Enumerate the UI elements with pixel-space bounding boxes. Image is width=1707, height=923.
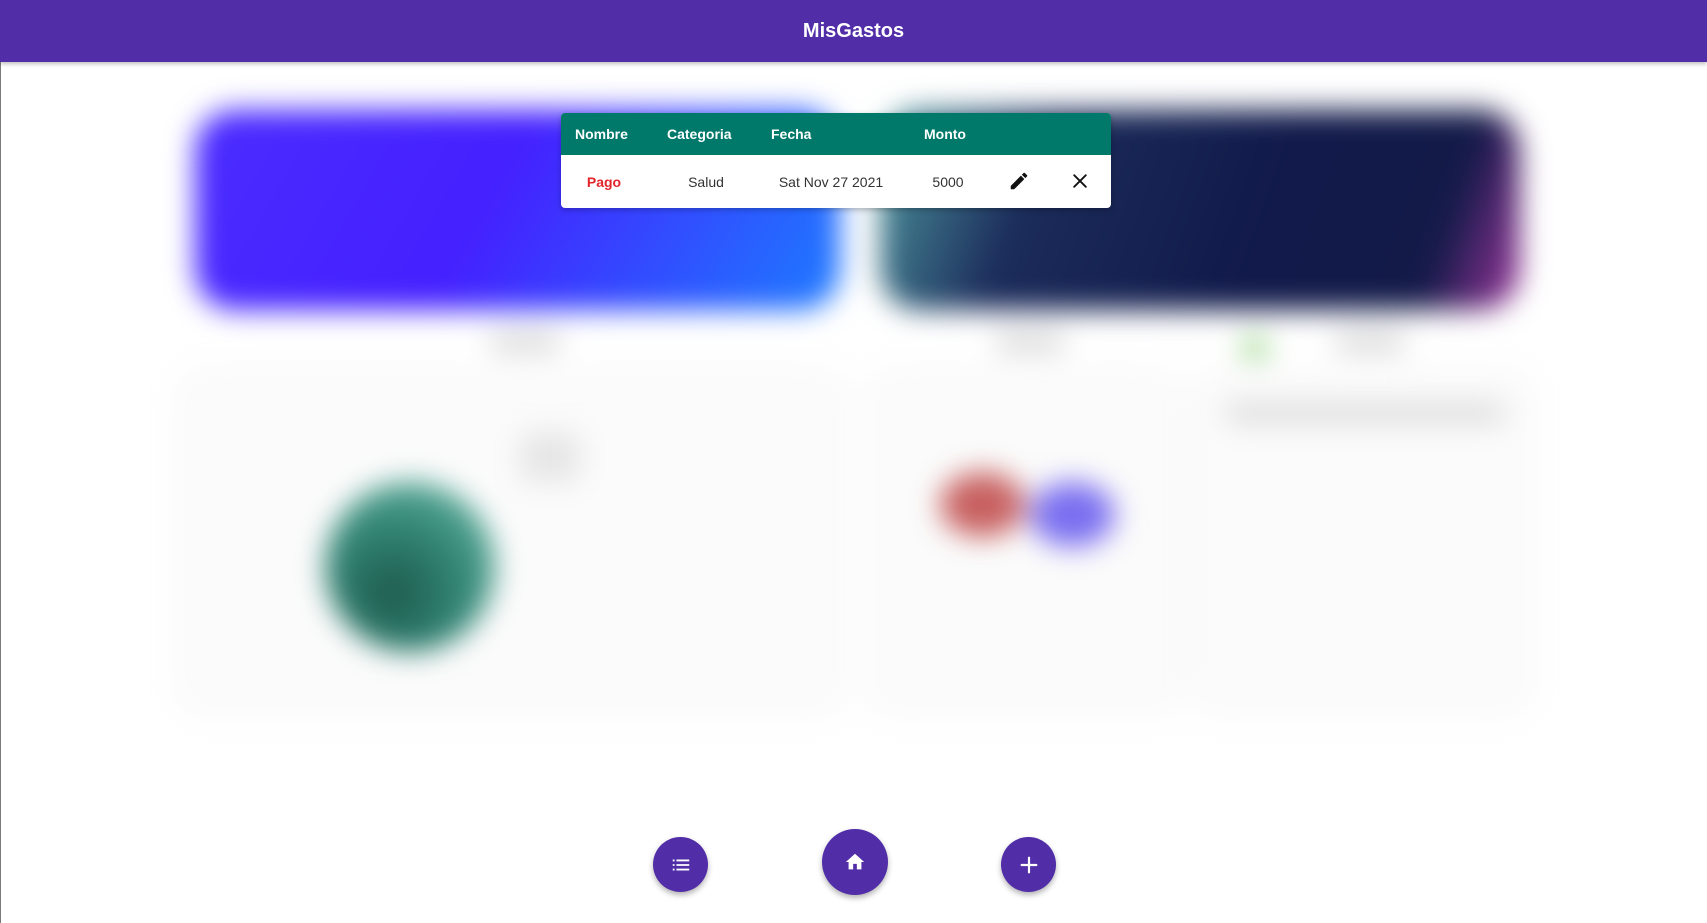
app-bar: MisGastos [0, 0, 1707, 62]
delete-button[interactable] [1065, 166, 1095, 196]
close-icon [1073, 174, 1087, 188]
chart-panel [875, 377, 1175, 707]
cell-monto: 5000 [932, 173, 964, 190]
chart-legend [520, 432, 580, 482]
pencil-icon [1010, 172, 1028, 190]
column-header-fecha: Fecha [771, 126, 812, 142]
expenses-table: Nombre Categoria Fecha Monto Pago Salud … [561, 113, 1111, 208]
panel-title [1335, 332, 1405, 352]
home-icon [845, 853, 865, 870]
panel-text [1225, 402, 1505, 424]
legend-dot [1240, 337, 1270, 359]
home-button[interactable] [822, 829, 888, 895]
panel-title [490, 332, 560, 352]
list-icon [672, 859, 689, 870]
panel-title [995, 332, 1065, 352]
edit-button[interactable] [1004, 166, 1034, 196]
table-header: Nombre Categoria Fecha Monto [561, 113, 1111, 155]
column-header-monto: Monto [924, 126, 966, 142]
app-title: MisGastos [802, 19, 905, 42]
column-header-categoria: Categoria [667, 126, 732, 142]
chart-panel [185, 377, 840, 707]
add-button[interactable] [1001, 837, 1056, 892]
chart-panel [1195, 377, 1525, 707]
list-button[interactable] [653, 837, 708, 892]
chart-bubble [940, 472, 1025, 537]
cell-categoria: Salud [688, 173, 724, 190]
pie-chart [325, 482, 495, 652]
cell-fecha: Sat Nov 27 2021 [778, 173, 884, 190]
cell-nombre: Pago [586, 173, 622, 190]
plus-icon [1020, 856, 1037, 873]
table-row: Pago Salud Sat Nov 27 2021 5000 [561, 155, 1111, 208]
column-header-nombre: Nombre [575, 126, 628, 142]
chart-bubble [1030, 482, 1115, 547]
